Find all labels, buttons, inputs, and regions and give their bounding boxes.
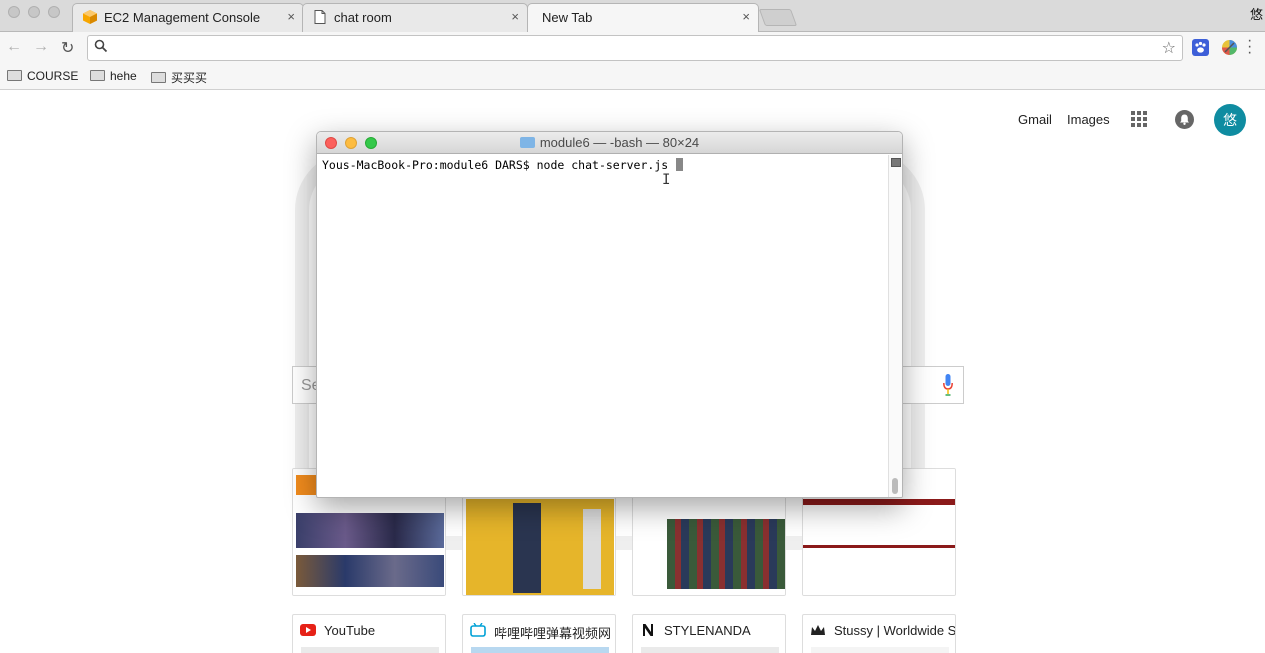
color-picker-icon (1222, 40, 1237, 55)
shortcut-bilibili[interactable]: 哔哩哔哩弹幕视频网 - (462, 614, 616, 653)
shortcut-stylenanda[interactable]: STYLENANDA (632, 614, 786, 653)
terminal-prompt-line: Yous-MacBook-Pro:module6 DARS$ node chat… (322, 158, 684, 172)
bilibili-tv-icon (470, 623, 486, 637)
window-close-button[interactable] (8, 6, 20, 18)
terminal-title-bar[interactable]: module6 — -bash — 80×24 (317, 132, 902, 154)
scrollbar-thumb[interactable] (892, 478, 898, 494)
folder-icon (90, 70, 105, 81)
address-input[interactable] (114, 39, 1154, 57)
thumbnail-strip (811, 647, 949, 653)
youtube-icon (300, 624, 316, 636)
screen: EC2 Management Console × chat room × New… (0, 0, 1265, 653)
document-icon (314, 10, 326, 24)
thumbnail-strip (471, 647, 609, 653)
search-icon (94, 39, 108, 53)
shortcut-youtube[interactable]: YouTube (292, 614, 446, 653)
reload-button[interactable]: ↻ (61, 38, 74, 58)
tab-chat-room[interactable]: chat room × (302, 3, 528, 32)
profile-name[interactable]: 悠 (1250, 4, 1263, 23)
aws-cube-icon (83, 10, 97, 24)
terminal-content[interactable]: Yous-MacBook-Pro:module6 DARS$ node chat… (317, 155, 887, 497)
tab-title: chat room (334, 10, 392, 25)
tab-close-icon[interactable]: × (287, 9, 295, 24)
bookmarks-bar: COURSE hehe 买买买 (0, 64, 1265, 90)
text-cursor (676, 158, 684, 171)
bookmark-label: hehe (110, 69, 137, 83)
ibeam-cursor-icon: I (662, 172, 671, 188)
tab-ec2[interactable]: EC2 Management Console × (72, 3, 304, 32)
scrollbar-header-icon (891, 158, 901, 167)
paw-icon (1195, 41, 1206, 53)
tab-strip: EC2 Management Console × chat room × New… (0, 0, 1265, 33)
folder-icon (151, 72, 166, 83)
shortcut-title: YouTube (324, 623, 376, 638)
back-button[interactable]: ← (6, 38, 22, 56)
gmail-link[interactable]: Gmail (1018, 112, 1052, 127)
bookmark-star-icon[interactable]: ☆ (1162, 38, 1176, 58)
terminal-scrollbar[interactable] (888, 155, 902, 497)
thumbnail-strip (301, 647, 439, 653)
browser-menu-icon[interactable]: · · · (1247, 33, 1253, 61)
n-letter-icon (643, 624, 653, 636)
bookmark-folder-shopping[interactable]: 买买买 (151, 69, 207, 86)
shortcut-title: Stussy | Worldwide Si (834, 623, 956, 638)
account-avatar[interactable]: 悠 (1214, 104, 1246, 136)
new-tab-button[interactable] (758, 9, 798, 26)
microphone-icon[interactable] (943, 374, 953, 396)
tab-close-icon[interactable]: × (742, 9, 750, 24)
crown-icon (811, 625, 825, 635)
baidu-paw-extension-icon[interactable] (1192, 39, 1209, 56)
tab-title: New Tab (542, 10, 593, 25)
apps-grid-icon[interactable] (1131, 111, 1147, 127)
forward-button[interactable]: → (33, 38, 49, 56)
tab-close-icon[interactable]: × (511, 9, 519, 24)
terminal-title: module6 — -bash — 80×24 (317, 135, 902, 150)
bookmark-folder-hehe[interactable]: hehe (90, 69, 137, 83)
address-bar[interactable]: ☆ (87, 35, 1183, 61)
window-minimize-button[interactable] (28, 6, 40, 18)
color-wheel-extension-icon[interactable] (1221, 39, 1238, 56)
shortcut-title: STYLENANDA (664, 623, 751, 638)
tab-title: EC2 Management Console (104, 10, 261, 25)
bookmark-label: 买买买 (171, 71, 208, 85)
thumbnail-strip (641, 647, 779, 653)
folder-icon (7, 70, 22, 81)
folder-icon (519, 137, 535, 148)
images-link[interactable]: Images (1067, 112, 1110, 127)
tab-new-tab[interactable]: New Tab × (527, 3, 759, 33)
toolbar: ← → ↻ ☆ · · · (0, 32, 1265, 64)
bookmark-folder-course[interactable]: COURSE (7, 69, 78, 83)
shortcut-title: 哔哩哔哩弹幕视频网 - (494, 626, 616, 641)
window-zoom-button[interactable] (48, 6, 60, 18)
notifications-bell-icon[interactable] (1175, 110, 1194, 129)
bell-icon (1180, 114, 1189, 125)
terminal-window[interactable]: module6 — -bash — 80×24 Yous-MacBook-Pro… (316, 131, 903, 498)
shortcut-stussy[interactable]: Stussy | Worldwide Si (802, 614, 956, 653)
bookmark-label: COURSE (27, 69, 79, 83)
